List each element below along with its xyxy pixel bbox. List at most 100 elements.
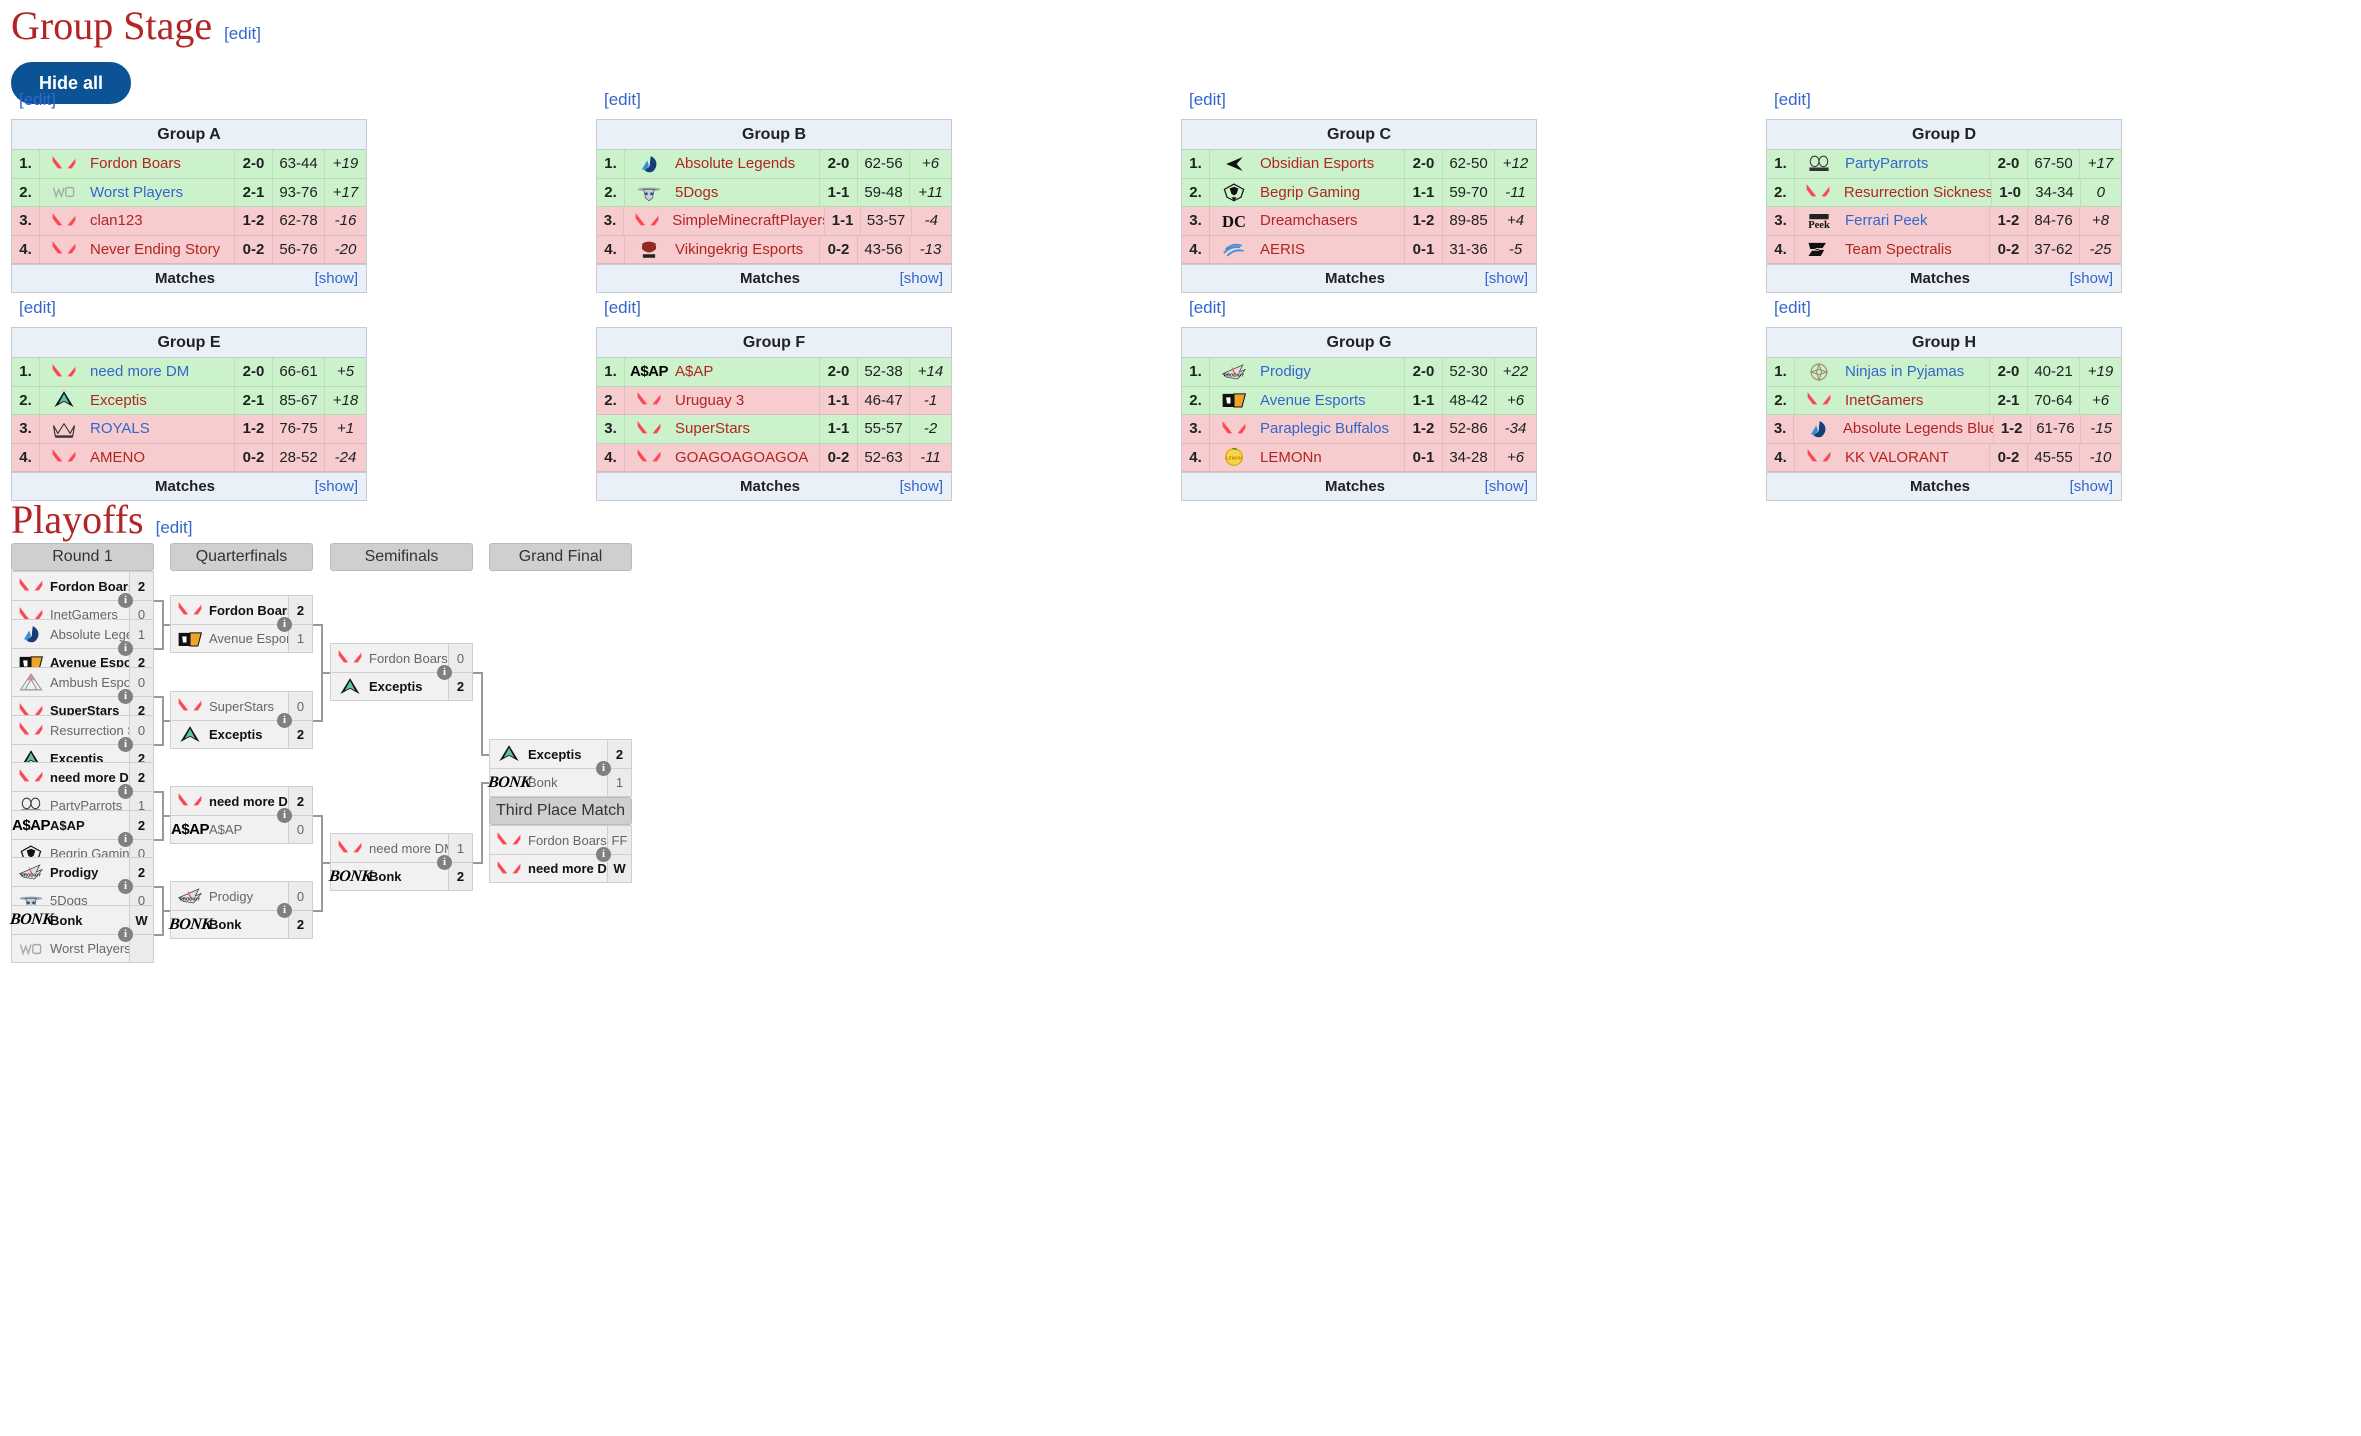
round-diff-cell: 56-76 (272, 235, 324, 263)
matches-footer: Matches [show] (597, 264, 951, 292)
team-name-link[interactable]: Ninjas in Pyjamas (1843, 358, 1989, 386)
match-info-icon[interactable]: i (118, 593, 133, 608)
team-name-link[interactable]: Exceptis (88, 387, 234, 415)
edit-label[interactable]: [edit] (19, 298, 56, 317)
team-name-link[interactable]: InetGamers (1843, 387, 1989, 415)
show-matches-link[interactable]: [show] (2061, 478, 2121, 495)
edit-label[interactable]: [edit] (1189, 90, 1226, 109)
team-score: W (607, 855, 631, 882)
show-matches-link[interactable]: [show] (891, 270, 951, 287)
match-info-icon[interactable]: i (277, 713, 292, 728)
valorant-icon (1807, 449, 1831, 462)
show-matches-link[interactable]: [show] (1476, 478, 1536, 495)
show-matches-link[interactable]: [show] (891, 478, 951, 495)
team-name-link[interactable]: SuperStars (673, 415, 819, 443)
team-name-link[interactable]: Dreamchasers (1258, 207, 1404, 235)
team-name-link[interactable]: AMENO (88, 444, 234, 472)
matches-label: Matches (154, 270, 216, 287)
team-name-link[interactable]: Fordon Boars (88, 150, 234, 178)
diff-cell: +6 (1494, 443, 1536, 471)
match-info-icon[interactable]: i (277, 903, 292, 918)
bracket-match-semifinal-1[interactable]: Fordon Boars 0 Exceptis 2 i (330, 643, 473, 701)
show-matches-link[interactable]: [show] (2061, 270, 2121, 287)
match-info-icon[interactable]: i (118, 879, 133, 894)
group-edit-link-group-g[interactable]: [edit] (1189, 298, 1226, 318)
team-name-link[interactable]: Paraplegic Buffalos (1258, 415, 1404, 443)
match-info-icon[interactable]: i (118, 784, 133, 799)
show-matches-link[interactable]: [show] (306, 270, 366, 287)
team-name-link[interactable]: A$AP (673, 358, 819, 386)
team-name-link[interactable]: Avenue Esports (1258, 387, 1404, 415)
team-name-link[interactable]: Resurrection Sickness (1842, 179, 1991, 207)
edit-label[interactable]: [edit] (604, 90, 641, 109)
team-name-link[interactable]: Prodigy (1258, 358, 1404, 386)
match-info-icon[interactable]: i (118, 927, 133, 942)
team-name-link[interactable]: LEMONn (1258, 444, 1404, 472)
playoffs-edit-link[interactable]: [edit] (156, 518, 193, 538)
team-name-link[interactable]: clan123 (88, 207, 234, 235)
diff-cell: -2 (909, 415, 951, 443)
match-info-icon[interactable]: i (277, 617, 292, 632)
edit-label[interactable]: [edit] (1189, 298, 1226, 317)
team-name-link[interactable]: Ferrari Peek (1843, 207, 1989, 235)
bracket-match-third-place[interactable]: Fordon Boars FF need more DM W i (489, 825, 632, 883)
team-name-link[interactable]: Uruguay 3 (673, 387, 819, 415)
diff-cell: -10 (2079, 443, 2121, 471)
bracket-connector (313, 624, 321, 626)
match-info-icon[interactable]: i (596, 847, 611, 862)
group-edit-link-group-h[interactable]: [edit] (1774, 298, 1811, 318)
edit-label[interactable]: [edit] (1774, 90, 1811, 109)
team-name-link[interactable]: Vikingekrig Esports (673, 236, 819, 264)
group-edit-link-group-e[interactable]: [edit] (19, 298, 56, 318)
match-info-icon[interactable]: i (118, 832, 133, 847)
team-name-link[interactable]: 5Dogs (673, 179, 819, 207)
bracket-match-semifinal-2[interactable]: need more DM 1 BONK Bonk 2 i (328, 833, 473, 891)
bracket-match-quarterfinal-3[interactable]: need more DM 2 A$AP A$AP 0 i (170, 786, 313, 844)
group-edit-link-group-d[interactable]: [edit] (1774, 90, 1811, 110)
edit-label[interactable]: [edit] (1774, 298, 1811, 317)
bracket-match-quarterfinal-4[interactable]: PRODIGY Prodigy 0 BONK Bonk 2 i (167, 881, 313, 939)
group-edit-link-group-a[interactable]: [edit] (19, 90, 56, 110)
team-name-link[interactable]: Absolute Legends Blue (1841, 415, 1993, 443)
edit-label[interactable]: [edit] (604, 298, 641, 317)
show-matches-link[interactable]: [show] (306, 478, 366, 495)
group-stage-edit-link[interactable]: [edit] (224, 24, 261, 44)
rank-cell: 1. (1182, 358, 1210, 386)
team-name-link[interactable]: Obsidian Esports (1258, 150, 1404, 178)
bracket-connector (473, 672, 481, 674)
show-matches-link[interactable]: [show] (1476, 270, 1536, 287)
bracket-match-quarterfinal-1[interactable]: Fordon Boars 2 Avenue Esports 1 i (170, 595, 313, 653)
table-row: 2. Resurrection Sickness 1-0 34-34 0 (1767, 178, 2121, 207)
team-name-link[interactable]: Worst Players (88, 179, 234, 207)
match-info-icon[interactable]: i (118, 737, 133, 752)
match-info-icon[interactable]: i (118, 641, 133, 656)
team-name-link[interactable]: KK VALORANT (1843, 444, 1989, 472)
team-name-link[interactable]: SimpleMinecraftPlayers (670, 207, 824, 235)
match-info-icon[interactable]: i (437, 665, 452, 680)
team-name-link[interactable]: PartyParrots (1843, 150, 1989, 178)
team-name-link[interactable]: GOAGOAGOAGOA (673, 444, 819, 472)
team-name-link[interactable]: Absolute Legends (673, 150, 819, 178)
team-name-link[interactable]: Team Spectralis (1843, 236, 1989, 264)
team-name-link[interactable]: AERIS (1258, 236, 1404, 264)
team-name-link[interactable]: Never Ending Story (88, 236, 234, 264)
group-edit-link-group-c[interactable]: [edit] (1189, 90, 1226, 110)
team-name-link[interactable]: ROYALS (88, 415, 234, 443)
bracket-match-round1-8[interactable]: BONK Bonk W Worst Players i (9, 905, 154, 963)
bracket-match-quarterfinal-2[interactable]: SuperStars 0 Exceptis 2 i (170, 691, 313, 749)
match-info-icon[interactable]: i (437, 855, 452, 870)
team-name-link[interactable]: need more DM (88, 358, 234, 386)
match-info-icon[interactable]: i (277, 808, 292, 823)
bracket-match-grand-final[interactable]: Exceptis 2 BONK Bonk 1 i (487, 739, 632, 797)
win-loss-cell: 2-1 (234, 386, 272, 414)
match-info-icon[interactable]: i (118, 689, 133, 704)
matches-label: Matches (739, 478, 801, 495)
group-edit-link-group-f[interactable]: [edit] (604, 298, 641, 318)
group-edit-link-group-b[interactable]: [edit] (604, 90, 641, 110)
edit-label[interactable]: [edit] (19, 90, 56, 109)
matches-footer: Matches [show] (1767, 264, 2121, 292)
match-info-icon[interactable]: i (596, 761, 611, 776)
team-name-link[interactable]: Begrip Gaming (1258, 179, 1404, 207)
bonk-icon: BONK (167, 915, 213, 933)
matches-label: Matches (1909, 270, 1971, 287)
